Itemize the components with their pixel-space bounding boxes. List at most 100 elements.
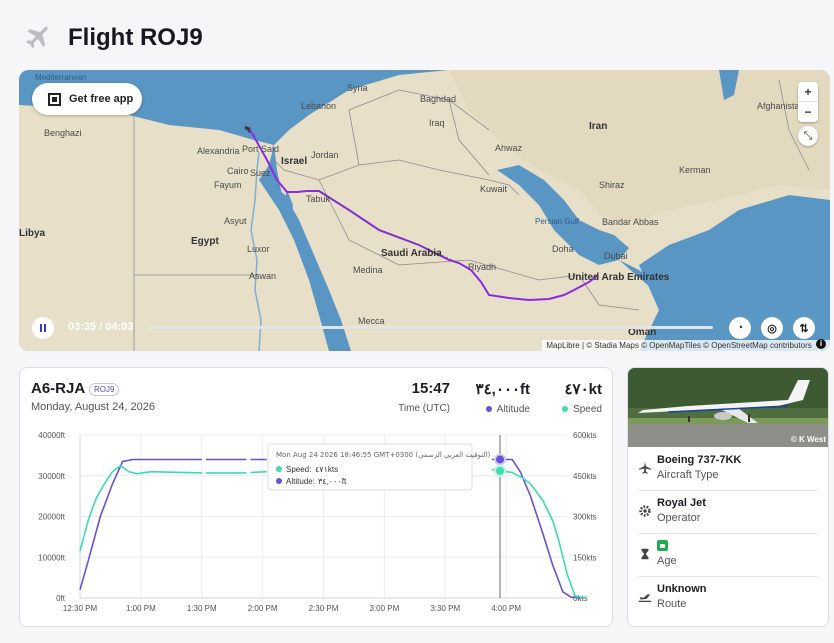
map-label: Persian Gulf xyxy=(535,217,580,226)
speed-legend: Speed xyxy=(562,404,602,415)
map-label: Syria xyxy=(347,83,368,93)
attribution-text: MapLibre | © Stadia Maps © OpenMapTiles … xyxy=(546,341,812,350)
map-label: Asyut xyxy=(224,216,247,226)
y-left-tick-label: 40000ft xyxy=(38,431,65,440)
chart-tooltip: Mon Aug 24 2026 18:46:55 GMT+0300 (التوق… xyxy=(267,443,490,491)
map-label: Fayum xyxy=(214,180,242,190)
time-value: 15:47 xyxy=(411,380,450,397)
speed-gauge-button[interactable]: ◔ xyxy=(729,317,751,339)
map-label: Egypt xyxy=(191,236,219,247)
altitude-dot xyxy=(485,406,492,413)
altitude-legend: Altitude xyxy=(476,404,530,415)
age-label: Age xyxy=(657,555,677,567)
map-label: Bandar Abbas xyxy=(602,217,659,227)
route-icon: ⇅ xyxy=(799,322,809,335)
aircraft-registration: A6-RJA xyxy=(31,380,86,397)
map-label: Dubai xyxy=(604,251,628,261)
gauge-icon: ◔ xyxy=(736,322,744,334)
speed-dot xyxy=(562,406,569,413)
page-title: Flight ROJ9 xyxy=(68,24,203,51)
lock-badge-icon[interactable] xyxy=(657,540,668,551)
flight-map[interactable]: Mediterranean Syria Lebanon Iran Afghani… xyxy=(19,70,830,351)
map-attribution: MapLibre | © Stadia Maps © OpenMapTiles … xyxy=(542,340,830,351)
expand-icon: ⤡ xyxy=(803,130,813,142)
altitude-value: ٣٤,٠٠٠ft xyxy=(475,381,530,398)
tooltip-speed-value: ٤٧١kts xyxy=(315,465,338,474)
operator-label: Operator xyxy=(657,512,701,524)
map-label: Tabuk xyxy=(306,194,331,204)
map-label: Jordan xyxy=(311,150,339,160)
map-label: United Arab Emirates xyxy=(568,272,670,283)
y-left-tick-label: 0ft xyxy=(56,594,66,603)
x-tick-label: 3:00 PM xyxy=(369,604,399,613)
map-label: Iraq xyxy=(429,118,445,128)
altitude-stat: ٣٤,٠٠٠ft Altitude xyxy=(476,380,530,415)
y-right-tick-label: 450kts xyxy=(573,472,597,481)
time-stat: 15:47 Time (UTC) xyxy=(398,380,450,414)
map-label: Iran xyxy=(589,121,608,132)
altitude-cursor-point xyxy=(494,453,507,466)
map-label: Baghdad xyxy=(420,94,457,104)
y-right-tick-label: 600kts xyxy=(573,431,597,440)
y-right-tick-label: 300kts xyxy=(573,513,597,522)
operator-value: Royal Jet xyxy=(657,497,706,509)
airplane-icon xyxy=(26,26,49,49)
x-tick-label: 4:00 PM xyxy=(491,604,521,613)
track-toggle-button[interactable]: ⇅ xyxy=(793,317,815,339)
x-tick-label: 2:00 PM xyxy=(248,604,278,613)
qr-code-icon xyxy=(48,92,61,106)
map-label: Port Said xyxy=(242,144,280,154)
hourglass-icon xyxy=(641,548,649,560)
x-tick-label: 1:30 PM xyxy=(187,604,217,613)
tooltip-altitude-label: Altitude: xyxy=(286,477,315,486)
speed-line xyxy=(250,470,267,474)
zoom-out-button[interactable]: − xyxy=(798,102,818,122)
map-label: Kerman xyxy=(679,165,711,175)
pause-icon xyxy=(39,319,47,337)
airplane-icon xyxy=(638,461,652,474)
fullscreen-button[interactable]: ⤡ xyxy=(798,126,818,146)
x-tick-label: 1:00 PM xyxy=(126,604,156,613)
playback-time: 03:35 / 04:03 xyxy=(68,321,134,333)
map-label: Kuwait xyxy=(480,184,508,194)
aircraft-type-value: Boeing 737-7KK xyxy=(657,454,742,466)
route-value: Unknown xyxy=(657,583,707,595)
playback-scrubber[interactable] xyxy=(148,326,713,329)
callsign-badge: ROJ9 xyxy=(89,383,120,396)
get-free-app-button[interactable]: Get free app xyxy=(32,83,142,115)
speed-value: ٤٧٠kt xyxy=(564,381,602,398)
speed-stat: ٤٧٠kt Speed xyxy=(562,380,602,415)
x-tick-label: 2:30 PM xyxy=(309,604,339,613)
map-label: Benghazi xyxy=(44,128,82,138)
map-label: Saudi Arabia xyxy=(381,248,442,259)
map-label: Mediterranean xyxy=(35,73,87,82)
gear-icon xyxy=(639,505,651,517)
departure-icon xyxy=(638,594,652,603)
aircraft-type-label: Aircraft Type xyxy=(657,469,719,481)
tooltip-speed-dot xyxy=(276,466,282,472)
flight-date: Monday, August 24, 2026 xyxy=(31,401,155,413)
map-label: Libya xyxy=(19,228,46,239)
map-label: Israel xyxy=(281,156,308,167)
zoom-in-button[interactable]: + xyxy=(798,82,818,102)
tooltip-altitude-dot xyxy=(276,478,282,484)
zoom-controls: + − xyxy=(798,82,818,122)
page-header: Flight ROJ9 xyxy=(22,18,203,58)
aircraft-photo: © K West xyxy=(628,368,828,447)
map-label: Suez xyxy=(250,168,271,178)
aircraft-info-card: © K West Boeing 737-7KK Aircraft Type Ro… xyxy=(627,367,829,627)
speed-cursor-point xyxy=(494,464,507,477)
y-right-tick-label: 150kts xyxy=(573,553,597,562)
info-icon[interactable]: i xyxy=(816,339,826,349)
x-tick-label: 3:30 PM xyxy=(430,604,460,613)
map-label: Doha xyxy=(552,244,574,254)
focus-button[interactable]: ◎ xyxy=(761,317,783,339)
y-left-tick-label: 10000ft xyxy=(38,553,65,562)
altitude-speed-chart[interactable]: 0ft10000ft20000ft30000ft40000ft 0kts150k… xyxy=(20,423,614,628)
pause-button[interactable] xyxy=(32,317,54,339)
flight-stats-card: A6-RJA ROJ9 Monday, August 24, 2026 15:4… xyxy=(19,367,613,627)
map-label: Riyadh xyxy=(468,262,497,272)
get-free-app-label: Get free app xyxy=(69,93,134,105)
y-left-tick-label: 30000ft xyxy=(38,472,65,481)
map-label: Ahwaz xyxy=(495,143,523,153)
